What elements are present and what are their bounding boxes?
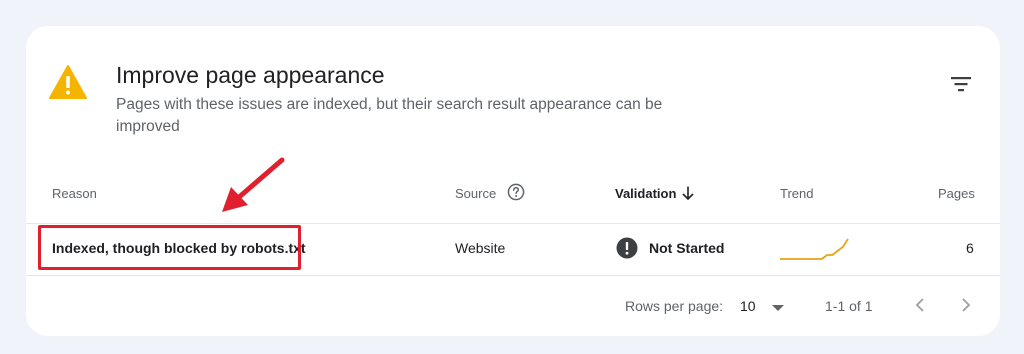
chevron-right-icon[interactable] bbox=[959, 296, 973, 314]
chevron-left-icon[interactable] bbox=[913, 296, 927, 314]
column-header-validation[interactable]: Validation bbox=[615, 186, 676, 201]
card-title: Improve page appearance bbox=[116, 62, 385, 88]
column-header-reason[interactable]: Reason bbox=[52, 186, 97, 201]
rows-per-page-label: Rows per page: bbox=[625, 298, 724, 314]
filter-button[interactable] bbox=[944, 70, 978, 100]
row-divider bbox=[26, 275, 1000, 276]
status-alert-icon bbox=[616, 237, 638, 259]
annotation-highlight-box bbox=[38, 225, 301, 270]
dropdown-arrow-icon[interactable] bbox=[771, 304, 785, 312]
column-header-source[interactable]: Source bbox=[455, 186, 496, 201]
validation-status-cell: Not Started bbox=[649, 240, 725, 256]
column-header-pages[interactable]: Pages bbox=[938, 186, 975, 201]
warning-triangle-icon bbox=[49, 65, 87, 99]
annotation-arrow-icon bbox=[222, 157, 285, 212]
pagination-range: 1-1 of 1 bbox=[825, 298, 873, 314]
filter-icon bbox=[951, 77, 971, 92]
sort-descending-icon[interactable] bbox=[681, 185, 695, 201]
help-icon[interactable] bbox=[507, 183, 525, 201]
source-cell: Website bbox=[455, 240, 506, 256]
trend-sparkline bbox=[780, 238, 849, 260]
column-header-trend[interactable]: Trend bbox=[780, 186, 813, 201]
card-subtitle: Pages with these issues are indexed, but… bbox=[116, 96, 663, 135]
rows-per-page-select[interactable]: 10 bbox=[740, 298, 756, 314]
pages-count-cell: 6 bbox=[966, 240, 974, 256]
issue-card: Improve page appearance Pages with these… bbox=[26, 26, 1000, 336]
trend-line bbox=[780, 238, 849, 260]
